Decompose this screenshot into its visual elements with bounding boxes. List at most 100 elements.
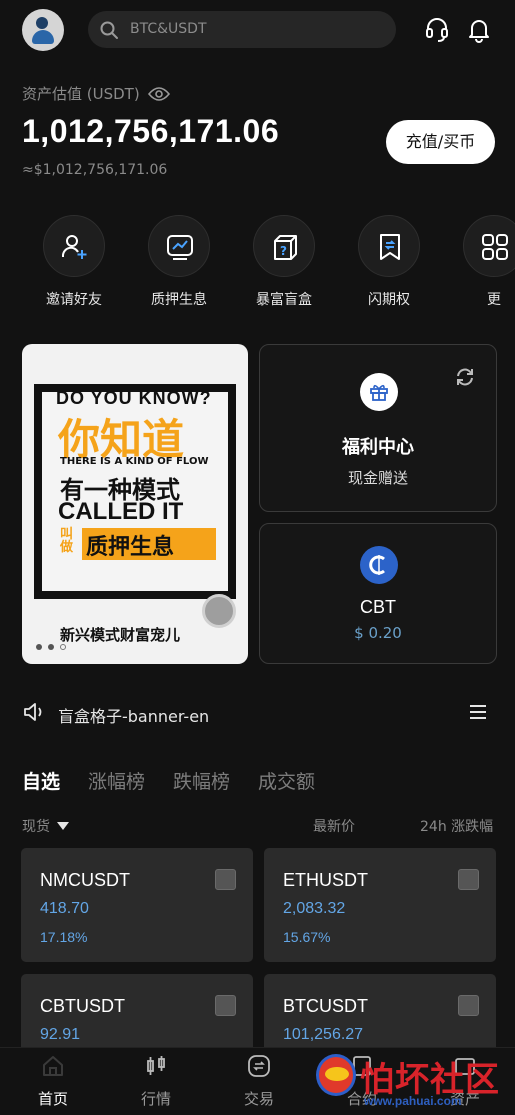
- eye-icon[interactable]: [147, 86, 170, 102]
- announcement-text: 盲盒格子-banner-en: [58, 707, 210, 726]
- quick-action-invite[interactable]: 邀请好友: [42, 215, 106, 309]
- gift-icon: [370, 384, 388, 401]
- market-symbol: NMCUSDT: [40, 870, 130, 890]
- welfare-subtitle: 现金赠送: [347, 469, 408, 487]
- top-bar: BTC&USDT: [0, 0, 515, 60]
- quick-action-mystery-box[interactable]: ? 暴富盲盒: [252, 215, 316, 309]
- change-24h-header: 24h 涨跌幅: [420, 819, 494, 835]
- quick-action-circle: [43, 215, 105, 277]
- market-card-btcusdt[interactable]: BTCUSDT 101,256.27: [264, 974, 496, 1054]
- quick-action-circle: ?: [253, 215, 315, 277]
- promo-banner[interactable]: DO YOU KNOW? 你知道 THERE IS A KIND OF FLOW…: [22, 344, 248, 664]
- deposit-button[interactable]: 充值/买币: [386, 120, 495, 164]
- speaker-icon: [24, 703, 42, 721]
- headset-icon[interactable]: [422, 14, 452, 44]
- banner-pagination[interactable]: [36, 644, 66, 650]
- candlestick-icon: [147, 1056, 165, 1075]
- pagination-dot[interactable]: [60, 644, 66, 650]
- favorite-checkbox[interactable]: [215, 869, 236, 890]
- banner-slogan: 新兴模式财富宠儿: [60, 626, 181, 644]
- favorite-checkbox[interactable]: [458, 995, 479, 1016]
- latest-price-header: 最新价: [313, 819, 355, 835]
- caret-down-icon: [57, 822, 69, 830]
- market-change: 15.67%: [283, 929, 331, 945]
- quick-action-staking[interactable]: 质押生息: [147, 215, 211, 309]
- quick-action-flash-option[interactable]: 闪期权: [357, 215, 421, 309]
- quick-action-circle: [358, 215, 420, 277]
- market-change: 17.18%: [40, 929, 88, 945]
- nav-label: 首页: [37, 1090, 68, 1108]
- market-symbol: CBTUSDT: [40, 996, 125, 1016]
- quick-action-circle: [148, 215, 210, 277]
- search-placeholder: BTC&USDT: [130, 21, 207, 37]
- tab-volume[interactable]: 成交额: [258, 767, 315, 794]
- nav-label: 行情: [140, 1090, 171, 1108]
- asset-valuation-label: 资产估值 (USDT): [22, 83, 170, 104]
- banner-staking-text: 质押生息: [86, 535, 175, 560]
- market-price: 2,083.32: [283, 900, 346, 917]
- market-symbol: BTCUSDT: [283, 996, 368, 1016]
- market-price: 92.91: [40, 1026, 81, 1043]
- welfare-title: 福利中心: [342, 437, 414, 458]
- asset-approx-value: ≈$1,012,756,171.06: [22, 162, 168, 178]
- market-card-cbtusdt[interactable]: CBTUSDT 92.91: [21, 974, 253, 1054]
- market-price: 418.70: [40, 900, 89, 917]
- flash-option-icon: [380, 234, 400, 260]
- watermark-logo: [316, 1054, 356, 1096]
- cbt-coin-card[interactable]: CBT $ 0.20: [259, 523, 497, 664]
- quick-action-label: 更: [487, 292, 501, 308]
- market-card-ethusdt[interactable]: ETHUSDT 2,083.32 15.67%: [264, 848, 496, 962]
- tab-losers[interactable]: 跌幅榜: [173, 767, 230, 794]
- tab-gainers[interactable]: 涨幅榜: [88, 767, 145, 794]
- quick-action-label: 质押生息: [151, 292, 207, 308]
- quick-action-label: 暴富盲盒: [256, 292, 312, 308]
- market-price: 101,256.27: [283, 1026, 364, 1043]
- svg-text:?: ?: [280, 244, 287, 258]
- favorite-checkbox[interactable]: [458, 869, 479, 890]
- watermark-logo-mark: [325, 1067, 349, 1081]
- spot-filter-dropdown[interactable]: 现货: [22, 816, 70, 836]
- spot-label: 现货: [22, 819, 50, 835]
- favorite-checkbox[interactable]: [215, 995, 236, 1016]
- banner-flow-text: THERE IS A KIND OF FLOW: [60, 456, 209, 467]
- quick-action-circle: [463, 215, 515, 277]
- asset-total-value: 1,012,756,171.06: [22, 113, 280, 149]
- nav-market[interactable]: 行情: [121, 1054, 191, 1109]
- pagination-dot[interactable]: [36, 644, 42, 650]
- announcement-bar[interactable]: 盲盒格子-banner-en: [22, 700, 495, 726]
- search-icon: [100, 21, 118, 39]
- market-tabs: 自选 涨幅榜 跌幅榜 成交额: [22, 767, 315, 794]
- bell-icon[interactable]: [464, 14, 494, 44]
- nav-trade[interactable]: 交易: [224, 1054, 294, 1109]
- staking-chart-icon: [167, 235, 193, 260]
- pagination-dot[interactable]: [48, 644, 54, 650]
- watermark: 怕坏社区 www.pahuai.com: [316, 1052, 511, 1112]
- coin-c-icon: [369, 555, 385, 575]
- cbt-coin-icon: [360, 546, 398, 584]
- cbt-title: CBT: [360, 597, 396, 617]
- watermark-url: www.pahuai.com: [364, 1094, 462, 1108]
- quick-action-more[interactable]: 更: [462, 215, 515, 309]
- banner-called-it: CALLED IT: [58, 498, 184, 525]
- avatar-head-shape: [36, 17, 48, 29]
- tab-favorites[interactable]: 自选: [22, 767, 60, 794]
- quick-action-label: 闪期权: [368, 292, 410, 308]
- welfare-center-card[interactable]: 福利中心 现金赠送: [259, 344, 497, 512]
- cbt-price: $ 0.20: [354, 624, 402, 642]
- banner-called-cn: 叫做: [60, 527, 74, 555]
- banner-ball-graphic: [202, 594, 236, 628]
- asset-label-text: 资产估值 (USDT): [22, 85, 140, 103]
- home-icon: [43, 1056, 63, 1076]
- nav-label: 交易: [243, 1090, 274, 1108]
- market-card-nmcusdt[interactable]: NMCUSDT 418.70 17.18%: [21, 848, 253, 962]
- mystery-box-icon: ?: [274, 235, 297, 260]
- nav-home[interactable]: 首页: [18, 1054, 88, 1109]
- avatar-body-shape: [32, 30, 54, 44]
- menu-list-icon[interactable]: [469, 702, 487, 722]
- trade-swap-icon: [248, 1055, 270, 1077]
- refresh-icon[interactable]: [454, 366, 476, 388]
- more-grid-icon: [482, 234, 508, 260]
- search-input[interactable]: BTC&USDT: [88, 11, 396, 48]
- avatar[interactable]: [22, 9, 64, 51]
- invite-user-icon: [62, 235, 87, 259]
